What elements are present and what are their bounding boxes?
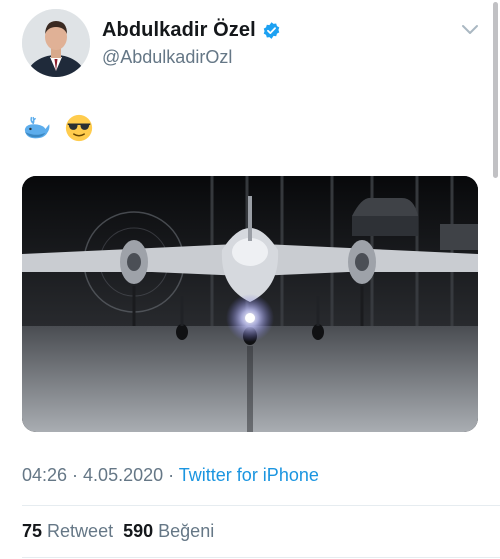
tweet-media-image[interactable]	[22, 176, 478, 432]
verified-badge-icon	[263, 22, 280, 39]
chevron-down-icon[interactable]	[460, 23, 480, 37]
meta-separator: ·	[67, 465, 84, 485]
tweet-source-link[interactable]: Twitter for iPhone	[179, 465, 319, 485]
meta-separator: ·	[163, 465, 179, 485]
sunglasses-face-emoji-icon	[65, 114, 93, 142]
retweet-count: 75	[22, 521, 43, 541]
tweet-text	[22, 113, 94, 143]
like-stat[interactable]: 590 Beğeni	[123, 521, 214, 541]
tweet-date[interactable]: 4.05.2020	[83, 465, 163, 485]
tweet-stats: 75 Retweet 590 Beğeni	[22, 521, 214, 542]
retweet-label: Retweet	[47, 521, 114, 541]
whale-emoji-icon	[24, 116, 50, 139]
divider	[22, 505, 500, 506]
avatar[interactable]	[22, 9, 90, 77]
tweet-timestamp-row: 04:26 · 4.05.2020 · Twitter for iPhone	[22, 465, 319, 486]
like-label: Beğeni	[158, 521, 215, 541]
author-handle[interactable]: @AbdulkadirOzl	[102, 47, 232, 68]
author-name-row: Abdulkadir Özel	[102, 19, 281, 42]
avatar-image	[22, 9, 90, 77]
scrollbar[interactable]	[493, 2, 498, 178]
tweet-header: Abdulkadir Özel @AbdulkadirOzl	[22, 9, 482, 81]
retweet-stat[interactable]: 75 Retweet	[22, 521, 113, 541]
display-name[interactable]: Abdulkadir Özel	[102, 19, 256, 42]
drone-photo	[22, 176, 478, 432]
like-count: 590	[123, 521, 154, 541]
divider	[22, 557, 500, 558]
tweet-time[interactable]: 04:26	[22, 465, 67, 485]
